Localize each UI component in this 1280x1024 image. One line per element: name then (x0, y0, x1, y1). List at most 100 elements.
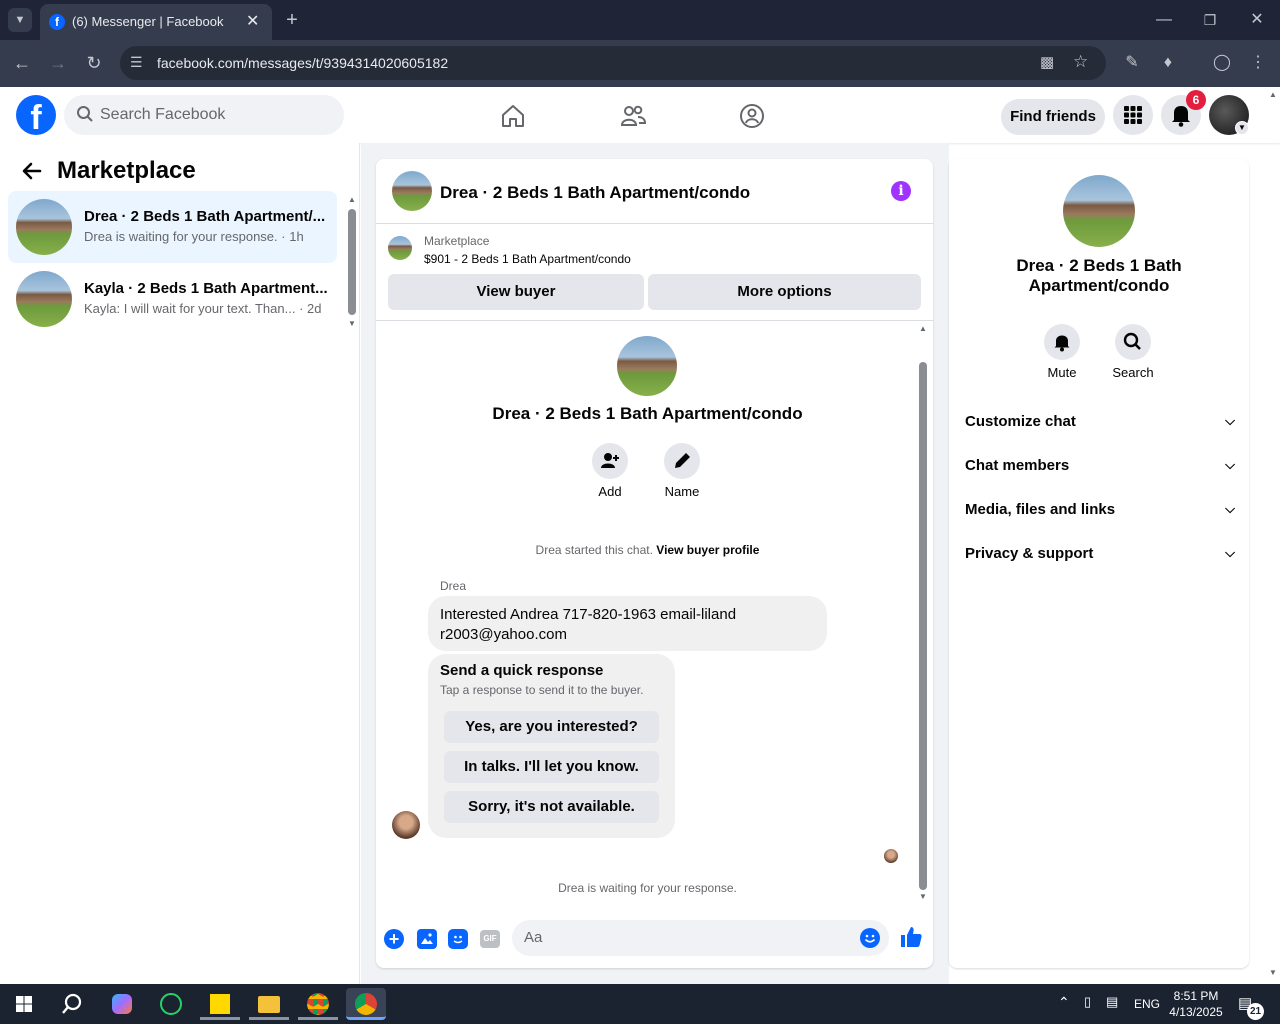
install-app-icon[interactable]: ▩ (1040, 53, 1054, 71)
scroll-down-arrow[interactable]: ▼ (348, 319, 356, 328)
find-friends-button[interactable]: Find friends (1001, 99, 1105, 135)
mute-button[interactable] (1044, 324, 1080, 360)
menu-icon[interactable]: ⋮ (1246, 51, 1270, 75)
start-button[interactable] (4, 988, 44, 1020)
view-buyer-profile-link[interactable]: View buyer profile (656, 543, 759, 557)
listing-banner-thumbnail[interactable] (388, 236, 412, 260)
more-options-button[interactable]: More options (648, 274, 921, 310)
info-icon[interactable]: i (891, 181, 911, 201)
account-chevron-icon[interactable]: ▼ (1235, 121, 1249, 135)
conversation-preview: Drea is waiting for your response. · 1h (84, 229, 304, 244)
details-profile-photo[interactable] (1063, 175, 1135, 247)
facebook-logo-icon[interactable]: f (16, 95, 56, 135)
tab-list-icon[interactable]: ▼ (8, 8, 32, 32)
back-icon[interactable]: ← (10, 51, 34, 75)
search-conversation-button[interactable] (1115, 324, 1151, 360)
maximize-icon[interactable]: ❐ (1198, 8, 1222, 32)
forward-icon[interactable]: → (46, 51, 70, 75)
chrome-profile-icon[interactable] (346, 988, 386, 1020)
groups-icon[interactable] (739, 103, 765, 129)
quick-response-in-talks[interactable]: In talks. I'll let you know. (444, 751, 659, 783)
search-input[interactable]: Search Facebook (100, 106, 225, 124)
rename-button[interactable] (664, 443, 700, 479)
message-text: Interested Andrea 717-820-1963 email-lil… (440, 606, 737, 643)
chat-members-section[interactable]: Chat members ⌵ (965, 457, 1235, 474)
thread-profile-photo[interactable] (617, 336, 677, 396)
site-info-icon[interactable]: ☰ (130, 54, 143, 71)
bookmark-star-icon[interactable]: ☆ (1073, 52, 1088, 72)
message-input[interactable]: Aa (512, 920, 889, 956)
listing-price-title[interactable]: $901 - 2 Beds 1 Bath Apartment/condo (424, 252, 631, 266)
gif-icon[interactable]: GIF (480, 930, 500, 948)
scroll-up-arrow[interactable]: ▲ (348, 195, 356, 204)
tray-overflow-icon[interactable]: ⌃ (1058, 994, 1070, 1011)
name-label: Name (664, 484, 700, 499)
friends-icon[interactable] (620, 103, 646, 129)
scroll-up-arrow[interactable]: ▲ (919, 324, 927, 333)
add-people-button[interactable] (592, 443, 628, 479)
network-icon[interactable]: ▤ (1106, 994, 1118, 1010)
search-bar[interactable]: Search Facebook (64, 95, 344, 135)
sticker-icon[interactable] (448, 929, 468, 949)
language-indicator[interactable]: ENG (1134, 997, 1160, 1011)
media-files-links-section[interactable]: Media, files and links ⌵ (965, 501, 1235, 518)
scroll-up-arrow[interactable]: ▲ (1269, 90, 1277, 99)
url-text: facebook.com/messages/t/9394314020605182 (157, 55, 449, 71)
add-label: Add (598, 484, 622, 499)
file-explorer-icon[interactable] (249, 988, 289, 1020)
tray-device-icon[interactable]: ▯ (1084, 994, 1091, 1010)
quick-response-yes[interactable]: Yes, are you interested? (444, 711, 659, 743)
pen-icon[interactable]: ✎ (1120, 51, 1144, 75)
browser-tab[interactable]: f (6) Messenger | Facebook ✕ (40, 4, 272, 40)
conversation-item-drea[interactable]: Drea · 2 Beds 1 Bath Apartment/... Drea … (8, 191, 337, 263)
scroll-thumb[interactable] (348, 209, 356, 315)
back-arrow-icon[interactable] (20, 159, 44, 183)
bell-icon (1054, 335, 1070, 352)
clock[interactable]: 8:51 PM 4/13/2025 (1164, 988, 1228, 1020)
customize-chat-section[interactable]: Customize chat ⌵ (965, 413, 1235, 430)
chat-avatar[interactable] (392, 171, 432, 211)
quick-response-not-available[interactable]: Sorry, it's not available. (444, 791, 659, 823)
attach-photo-icon[interactable] (417, 929, 437, 949)
menu-grid-button[interactable] (1113, 95, 1153, 135)
more-actions-icon[interactable]: + (384, 929, 404, 949)
notification-badge: 6 (1186, 90, 1206, 110)
sidebar-scrollbar[interactable]: ▲ ▼ (347, 195, 357, 331)
section-label: Customize chat (965, 413, 1076, 430)
sender-avatar[interactable] (392, 811, 420, 839)
listing-label: Marketplace (424, 234, 490, 248)
chrome-icon[interactable] (298, 988, 338, 1020)
chat-scrollbar[interactable]: ▲ ▼ (918, 324, 928, 904)
details-name: Drea · 2 Beds 1 Bath Apartment/condo (1016, 256, 1182, 295)
scroll-down-arrow[interactable]: ▼ (919, 892, 927, 901)
minimize-icon[interactable]: — (1152, 8, 1176, 32)
privacy-support-section[interactable]: Privacy & support ⌵ (965, 545, 1235, 562)
message-bubble[interactable]: Interested Andrea 717-820-1963 email-lil… (428, 596, 827, 651)
close-window-icon[interactable]: ✕ (1245, 8, 1269, 32)
scroll-thumb[interactable] (919, 362, 927, 890)
chat-title[interactable]: Drea · 2 Beds 1 Bath Apartment/condo (440, 183, 750, 203)
copilot-icon[interactable] (102, 988, 142, 1020)
scroll-down-arrow[interactable]: ▼ (1269, 968, 1277, 977)
conversation-item-kayla[interactable]: Kayla · 2 Beds 1 Bath Apartment... Kayla… (8, 263, 337, 335)
browser-toolbar: ← → ↻ ☰ facebook.com/messages/t/93943140… (0, 40, 1280, 87)
whatsapp-icon[interactable] (151, 988, 191, 1020)
home-icon[interactable] (500, 103, 526, 129)
section-label: Privacy & support (965, 545, 1094, 562)
profile-icon[interactable]: ◯ (1210, 51, 1234, 75)
page-scrollbar[interactable]: ▲ ▼ (1266, 90, 1280, 984)
new-tab-icon[interactable]: + (280, 8, 304, 32)
preview-text: Kayla: I will wait for your text. Than..… (84, 301, 296, 316)
close-tab-icon[interactable]: ✕ (246, 11, 259, 31)
add-person-icon (601, 453, 619, 468)
reload-icon[interactable]: ↻ (82, 51, 106, 75)
search-taskbar-icon[interactable] (52, 988, 92, 1020)
clock-date: 4/13/2025 (1169, 1005, 1223, 1019)
view-buyer-button[interactable]: View buyer (388, 274, 644, 310)
extensions-icon[interactable]: ♦ (1156, 51, 1180, 75)
address-bar[interactable]: ☰ facebook.com/messages/t/93943140206051… (120, 46, 1106, 80)
emoji-icon[interactable] (860, 928, 880, 948)
like-thumbs-up-icon[interactable] (899, 925, 923, 949)
sticky-notes-icon[interactable] (200, 988, 240, 1020)
waiting-notice: Drea is waiting for your response. (558, 881, 737, 895)
